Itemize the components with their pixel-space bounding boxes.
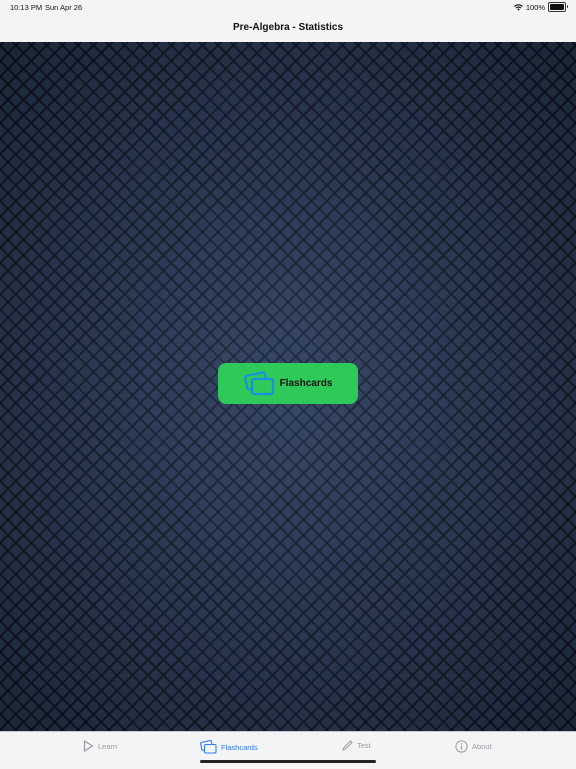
- status-time: 10:13 PM: [10, 3, 43, 12]
- flashcards-icon: [243, 370, 274, 395]
- tab-about[interactable]: About: [455, 740, 492, 753]
- info-icon: [455, 740, 468, 753]
- home-indicator: [200, 760, 376, 763]
- tab-learn[interactable]: Learn: [83, 740, 117, 752]
- pencil-icon: [342, 740, 353, 751]
- page-title: Pre-Algebra - Statistics: [232, 22, 344, 33]
- tab-label-flashcards: Flashcards: [221, 742, 258, 752]
- wifi-icon: [513, 3, 523, 11]
- tab-label-test: Test: [357, 741, 371, 750]
- tab-label-about: About: [472, 742, 492, 751]
- status-bar: 10:13 PM Sun Apr 26 100%: [0, 0, 576, 14]
- tab-label-learn: Learn: [98, 741, 118, 751]
- status-right: 100%: [513, 2, 568, 12]
- navigation-bar: Pre-Algebra - Statistics: [0, 14, 576, 43]
- tab-bar: Learn Flashcards Test About: [0, 731, 576, 769]
- flashcards-button[interactable]: Flashcards: [218, 363, 358, 404]
- battery-icon: [548, 2, 568, 12]
- play-icon: [83, 740, 94, 752]
- battery-percent: 100%: [525, 2, 545, 12]
- flashcards-button-label: Flashcards: [279, 378, 333, 389]
- tab-flashcards[interactable]: Flashcards: [200, 740, 258, 754]
- tab-test[interactable]: Test: [342, 740, 371, 751]
- flashcards-icon: [200, 740, 217, 754]
- status-date: Sun Apr 26: [45, 3, 83, 12]
